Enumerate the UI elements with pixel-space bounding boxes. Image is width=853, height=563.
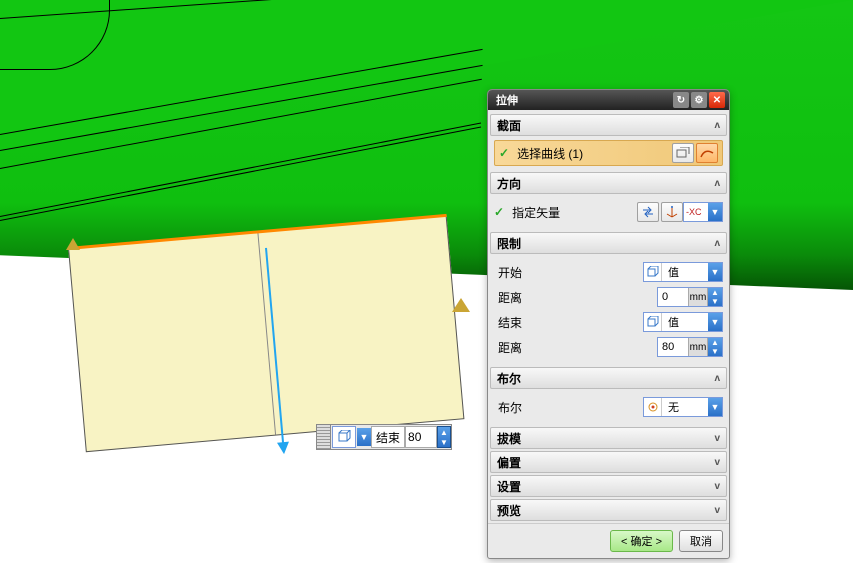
dropdown-arrow-icon[interactable]: ▼	[708, 398, 722, 416]
dropdown-arrow-icon[interactable]: ▼	[708, 263, 722, 281]
gear-icon: ⚙	[695, 95, 704, 106]
checkmark-icon: ✓	[499, 146, 509, 160]
section-header-direction[interactable]: 方向 ʌ	[490, 172, 727, 194]
handle-start[interactable]	[66, 238, 80, 250]
cancel-button[interactable]: 取消	[679, 530, 723, 552]
settings-button[interactable]: ⚙	[691, 92, 707, 108]
vector-dialog-button[interactable]	[661, 202, 683, 222]
axes-icon	[666, 206, 678, 218]
cube-icon[interactable]	[332, 426, 356, 448]
vector-value: -XC	[684, 207, 708, 217]
dialog-titlebar[interactable]: 拉伸 ↻ ⚙ ✕	[488, 90, 729, 110]
reload-icon: ↻	[677, 95, 685, 106]
checkmark-icon: ✓	[494, 205, 504, 219]
end-type-select[interactable]: 值 ▼	[643, 312, 723, 332]
chevron-up-icon: ʌ	[714, 373, 720, 384]
handle-end[interactable]	[452, 298, 470, 312]
start-label: 开始	[494, 264, 643, 281]
end-label: 结束	[494, 314, 643, 331]
chevron-down-icon: v	[714, 505, 720, 516]
spin-down-icon[interactable]: ▼	[708, 297, 722, 306]
extrude-dialog: 拉伸 ↻ ⚙ ✕ 截面 ʌ ✓ 选择曲线 (1) 方向 ʌ	[487, 89, 730, 559]
specify-vector-label: 指定矢量	[508, 204, 635, 221]
dialog-footer: < 确定 > 取消	[488, 523, 729, 558]
start-distance-input[interactable]: 0 mm ▲ ▼	[657, 287, 723, 307]
section-label: 预览	[497, 502, 521, 519]
reset-button[interactable]: ↻	[673, 92, 689, 108]
section-label: 方向	[497, 175, 521, 192]
section-label: 拔模	[497, 430, 521, 447]
spin-down-icon[interactable]: ▼	[438, 437, 450, 447]
section-label: 设置	[497, 478, 521, 495]
end-distance-value: 80	[658, 341, 688, 353]
start-type-select[interactable]: 值 ▼	[643, 262, 723, 282]
spinner[interactable]: ▲ ▼	[708, 338, 722, 356]
spin-up-icon[interactable]: ▲	[438, 427, 450, 437]
start-distance-label: 距离	[494, 289, 657, 306]
chevron-up-icon: ʌ	[714, 120, 720, 131]
start-type-value: 值	[662, 264, 708, 280]
spin-up-icon[interactable]: ▲	[708, 338, 722, 347]
unit-label: mm	[688, 338, 708, 356]
sketch-icon	[676, 147, 690, 159]
vector-type-select[interactable]: -XC ▼	[683, 202, 723, 222]
unit-label: mm	[688, 288, 708, 306]
section-label: 布尔	[497, 370, 521, 387]
section-header-settings[interactable]: 设置 v	[490, 475, 727, 497]
cube-icon	[644, 313, 662, 331]
cube-icon	[644, 263, 662, 281]
chevron-up-icon: ʌ	[714, 178, 720, 189]
close-button[interactable]: ✕	[709, 92, 725, 108]
select-curve-label: 选择曲线 (1)	[513, 145, 670, 162]
inline-spinner[interactable]: ▲ ▼	[437, 426, 451, 448]
section-header-draft[interactable]: 拔模 v	[490, 427, 727, 449]
sketch-tool-button[interactable]	[672, 143, 694, 163]
dialog-title: 拉伸	[496, 92, 671, 108]
close-icon: ✕	[713, 95, 721, 106]
dropdown-arrow-icon[interactable]: ▼	[708, 313, 722, 331]
end-type-value: 值	[662, 314, 708, 330]
boolean-value: 无	[662, 399, 708, 415]
dropdown-arrow-icon[interactable]: ▼	[708, 203, 722, 221]
chevron-down-icon: v	[714, 433, 720, 444]
spinner[interactable]: ▲ ▼	[708, 288, 722, 306]
inline-dimension-box[interactable]: ▼ 结束 80 ▲ ▼	[316, 424, 452, 450]
select-curve-row[interactable]: ✓ 选择曲线 (1)	[494, 140, 723, 166]
spin-down-icon[interactable]: ▼	[708, 347, 722, 356]
section-header-preview[interactable]: 预览 v	[490, 499, 727, 521]
none-icon	[644, 398, 662, 416]
section-header-limits[interactable]: 限制 ʌ	[490, 232, 727, 254]
boolean-label: 布尔	[494, 399, 643, 416]
start-distance-value: 0	[658, 291, 688, 303]
section-label: 限制	[497, 235, 521, 252]
reverse-vector-button[interactable]	[637, 202, 659, 222]
dialog-body: 截面 ʌ ✓ 选择曲线 (1) 方向 ʌ ✓ 指定矢量	[488, 110, 729, 523]
spin-up-icon[interactable]: ▲	[708, 288, 722, 297]
section-header-boolean[interactable]: 布尔 ʌ	[490, 367, 727, 389]
chevron-up-icon: ʌ	[714, 238, 720, 249]
drag-handle-icon[interactable]	[317, 425, 331, 449]
end-distance-label: 距离	[494, 339, 657, 356]
curve-tool-button[interactable]	[696, 143, 718, 163]
boolean-select[interactable]: 无 ▼	[643, 397, 723, 417]
end-distance-input[interactable]: 80 mm ▲ ▼	[657, 337, 723, 357]
dropdown-arrow-icon[interactable]: ▼	[357, 428, 371, 446]
curve-icon	[700, 147, 714, 159]
inline-label: 结束	[371, 426, 405, 448]
section-label: 截面	[497, 117, 521, 134]
inline-value-input[interactable]: 80	[405, 426, 437, 448]
section-header-offset[interactable]: 偏置 v	[490, 451, 727, 473]
ok-button[interactable]: < 确定 >	[610, 530, 673, 552]
swap-icon	[642, 206, 654, 218]
section-header-section[interactable]: 截面 ʌ	[490, 114, 727, 136]
chevron-down-icon: v	[714, 481, 720, 492]
section-label: 偏置	[497, 454, 521, 471]
chevron-down-icon: v	[714, 457, 720, 468]
